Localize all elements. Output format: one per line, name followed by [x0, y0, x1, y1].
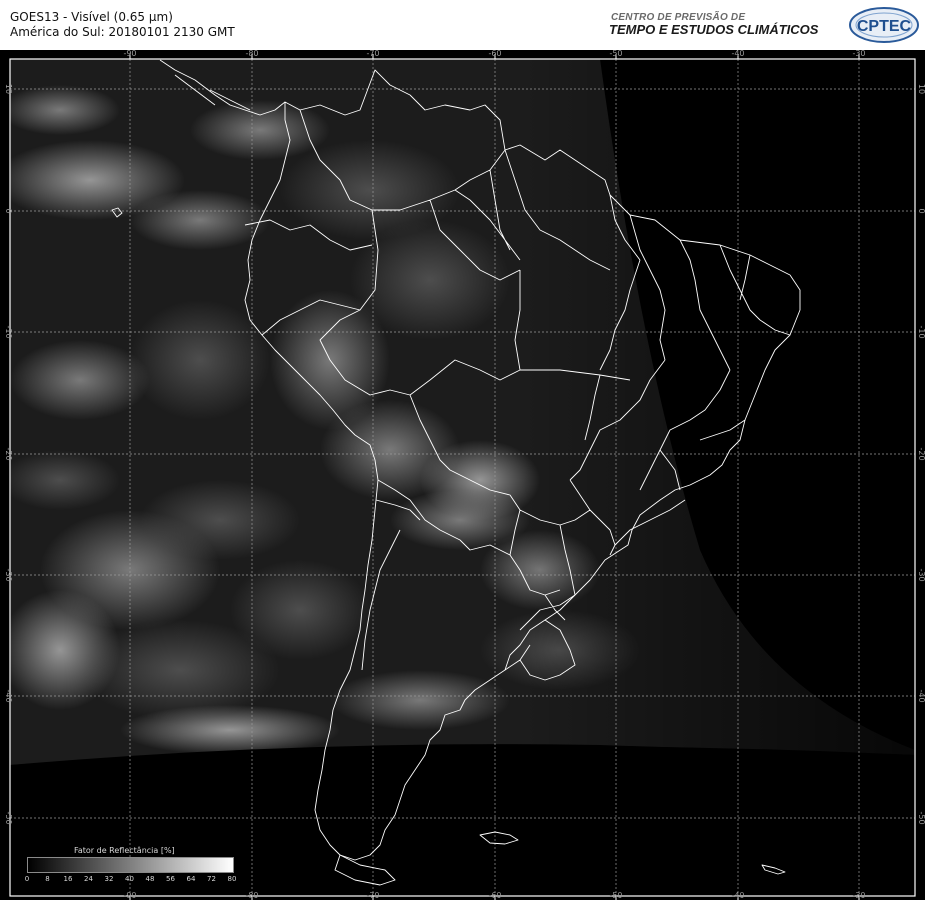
- header: GOES13 - Visível (0.65 µm) América do Su…: [0, 0, 925, 50]
- lat-label: 0: [917, 208, 925, 213]
- lon-label: -30: [852, 50, 865, 58]
- lon-label: -40: [731, 891, 744, 900]
- image-subtitle: América do Sul: 20180101 2130 GMT: [10, 25, 235, 39]
- lat-label: -50: [4, 811, 13, 824]
- legend-ticks: 0 8 16 24 32 40 48 56 64 72 80: [24, 875, 237, 885]
- lat-label: 10: [4, 84, 13, 94]
- legend-tick-label: 0: [24, 875, 30, 883]
- lon-label: -40: [731, 50, 744, 58]
- lon-label: -80: [245, 50, 258, 58]
- lon-label: -50: [609, 891, 622, 900]
- lat-label: -20: [917, 447, 925, 460]
- lat-label: -50: [917, 811, 925, 824]
- latitude-labels-right: 10 0 -10 -20 -30 -40 -50: [917, 84, 925, 825]
- org-name-line2: TEMPO E ESTUDOS CLIMÁTICOS: [609, 22, 819, 37]
- lon-label: -60: [488, 50, 501, 58]
- lon-label: -30: [852, 891, 865, 900]
- legend-tick-label: 40: [125, 875, 134, 883]
- lat-label: -30: [4, 568, 13, 581]
- legend-tick-label: 16: [63, 875, 73, 883]
- lat-label: 10: [917, 84, 925, 94]
- lon-label: -60: [488, 891, 501, 900]
- lon-label: -50: [609, 50, 622, 58]
- legend-tick-label: 24: [84, 875, 93, 883]
- legend-color-bar: [27, 857, 234, 873]
- legend-tick-label: 72: [207, 875, 216, 883]
- legend-tick-label: 32: [104, 875, 114, 883]
- legend-tick-label: 80: [227, 875, 237, 883]
- cptec-logo: CPTEC: [849, 7, 919, 43]
- lat-label: 0: [4, 208, 13, 213]
- reflectance-legend: Fator de Reflectância [%] 0 8 16 24 32 4…: [22, 846, 238, 886]
- lat-label: -20: [4, 447, 13, 460]
- lat-label: -40: [917, 689, 925, 702]
- legend-tick-label: 48: [145, 875, 155, 883]
- lon-label: -70: [366, 50, 379, 58]
- lat-label: -10: [917, 325, 925, 338]
- legend-tick-label: 56: [166, 875, 175, 883]
- legend-tick-label: 8: [45, 875, 50, 883]
- lon-label: -90: [123, 891, 136, 900]
- lat-label: -40: [4, 689, 13, 702]
- map-svg: -90 -80 -70 -60 -50 -40 -30 -90 -80 -70 …: [4, 50, 925, 900]
- legend-tick-label: 64: [186, 875, 196, 883]
- lon-label: -90: [123, 50, 136, 58]
- lat-label: -10: [4, 325, 13, 338]
- cloud-imagery: [10, 59, 915, 896]
- longitude-labels-top: -90 -80 -70 -60 -50 -40 -30: [123, 50, 865, 58]
- image-title: GOES13 - Visível (0.65 µm): [10, 10, 173, 24]
- lon-label: -80: [245, 891, 258, 900]
- lat-label: -30: [917, 568, 925, 581]
- legend-title: Fator de Reflectância [%]: [74, 846, 175, 855]
- logo-text: CPTEC: [857, 18, 912, 35]
- satellite-map: -90 -80 -70 -60 -50 -40 -30 -90 -80 -70 …: [0, 50, 925, 900]
- lon-label: -70: [366, 891, 379, 900]
